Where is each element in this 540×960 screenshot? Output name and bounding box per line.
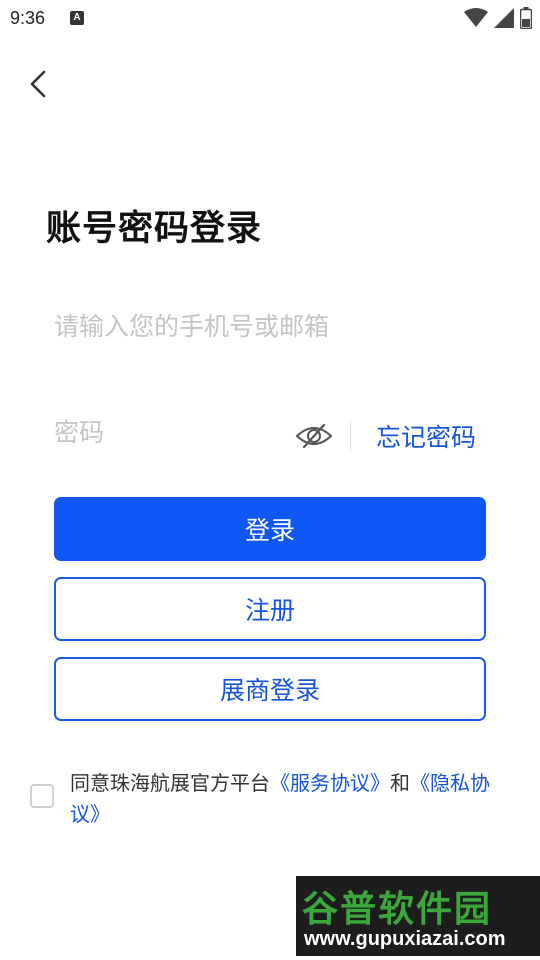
login-button[interactable]: 登录 — [54, 497, 486, 561]
status-bar: 9:36 A — [0, 0, 540, 38]
exhibitor-login-button[interactable]: 展商登录 — [54, 657, 486, 721]
status-icons — [464, 6, 532, 30]
password-input[interactable] — [54, 418, 274, 447]
agreement-checkbox[interactable] — [30, 784, 54, 808]
agreement-prefix: 同意珠海航展官方平台 — [70, 771, 270, 795]
phone-input[interactable] — [54, 312, 486, 341]
agreement-text: 同意珠海航展官方平台《服务协议》和《隐私协议》 — [70, 768, 500, 830]
signal-icon — [494, 8, 514, 28]
battery-icon — [520, 7, 532, 29]
forgot-password-link[interactable]: 忘记密码 — [376, 418, 476, 454]
eye-hidden-icon[interactable] — [294, 422, 334, 450]
back-arrow-icon — [30, 70, 46, 98]
watermark-url: www.gupuxiazai.com — [304, 928, 506, 950]
notification-a-icon: A — [70, 11, 84, 25]
watermark-brand: 谷普软件园 — [302, 889, 493, 930]
status-time: 9:36 — [10, 8, 46, 28]
wifi-icon — [464, 8, 488, 27]
page-title: 账号密码登录 — [46, 209, 263, 249]
password-field: 忘记密码 — [54, 414, 486, 458]
back-button[interactable] — [22, 64, 58, 104]
agreement-and: 和 — [390, 771, 410, 795]
register-button[interactable]: 注册 — [54, 577, 486, 641]
phone-field — [54, 312, 486, 356]
watermark: 谷普软件园 www.gupuxiazai.com — [296, 876, 540, 956]
field-divider — [350, 422, 351, 450]
service-agreement-link[interactable]: 《服务协议》 — [270, 771, 390, 795]
